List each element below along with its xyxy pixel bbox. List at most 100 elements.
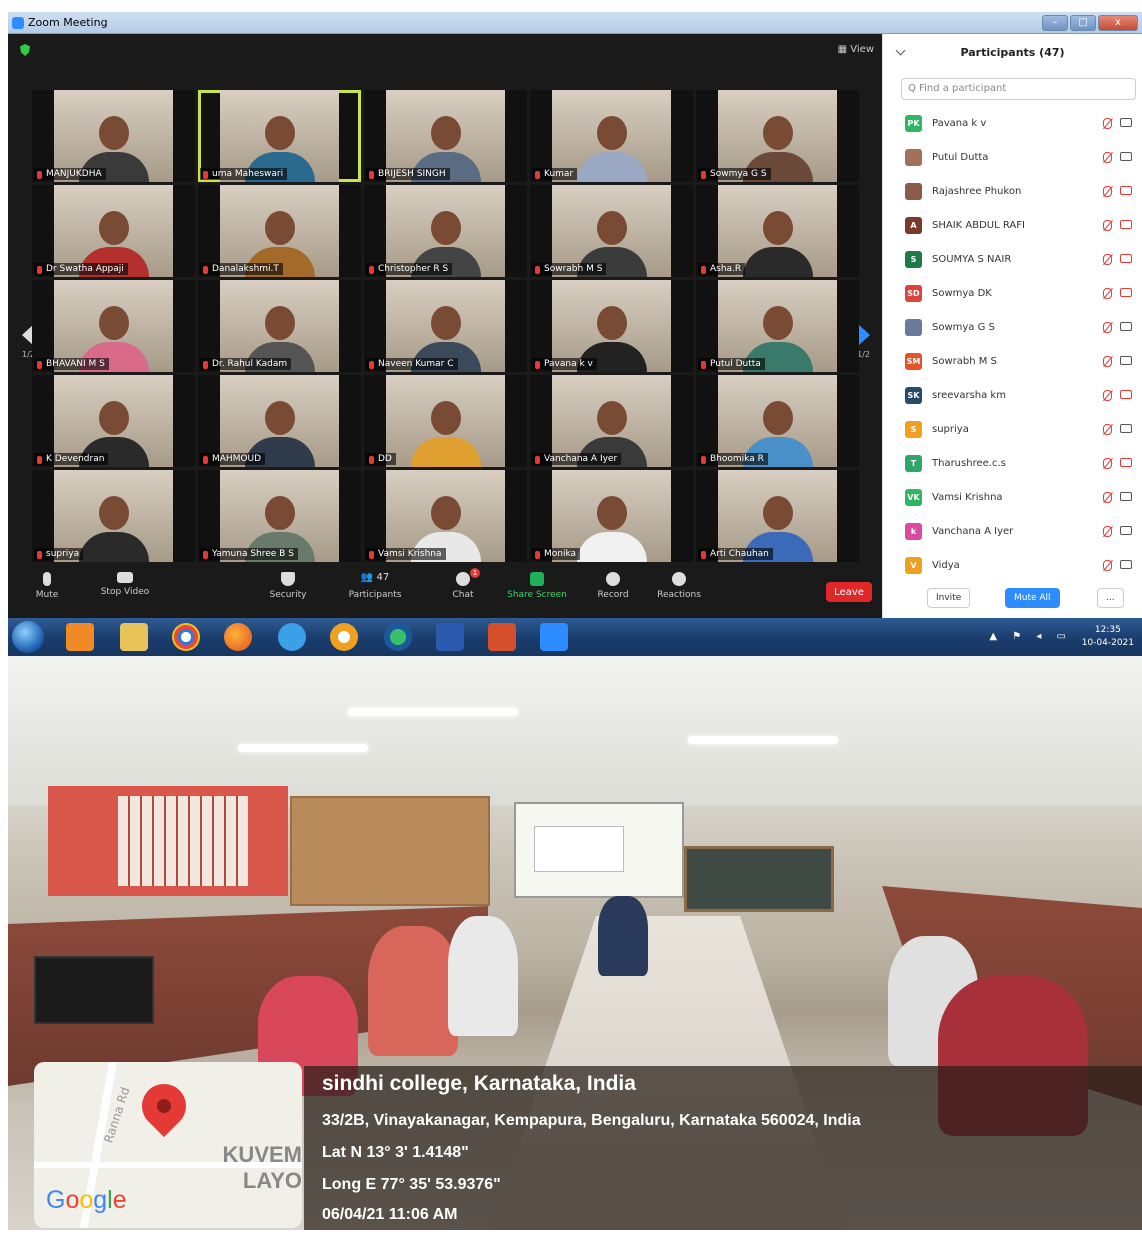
participant-row[interactable]: Ssupriya [883, 412, 1142, 446]
presentation-icon[interactable] [488, 623, 516, 651]
video-tile[interactable]: MAHMOUD [198, 375, 361, 467]
participant-row[interactable]: SK sreevarsha km [883, 378, 1142, 412]
leave-button[interactable]: Leave [826, 582, 872, 602]
participant-name-label: Yamuna Shree B S [200, 548, 298, 560]
video-tile[interactable]: Kumar [530, 90, 693, 182]
participant-face [762, 115, 793, 150]
participant-face [430, 495, 461, 530]
participant-row[interactable]: Putul Dutta [883, 140, 1142, 174]
participant-row[interactable]: SD Sowmya DK [883, 276, 1142, 310]
video-tile[interactable]: Arti Chauhan [696, 470, 859, 562]
share-screen-button[interactable]: Share Screen [502, 572, 572, 600]
participants-button[interactable]: 👥 47 Participants [340, 572, 410, 600]
participant-row[interactable]: S SOUMYA S NAIR [883, 242, 1142, 276]
muted-microphone-icon [1103, 254, 1112, 265]
internet-explorer-icon[interactable] [278, 623, 306, 651]
video-tile[interactable]: Dr Swatha Appaji [32, 185, 195, 277]
stop-video-button[interactable]: Stop Video [90, 572, 160, 597]
record-button[interactable]: Record [578, 572, 648, 600]
participant-status [1103, 526, 1132, 537]
location-latitude: Lat N 13° 3' 1.4148" [322, 1144, 469, 1161]
participant-name-label: uma Maheswari [200, 168, 288, 180]
video-off-icon [1120, 254, 1132, 263]
participant-name-label: K Devendran [34, 453, 109, 465]
participant-row[interactable]: A SHAIK ABDUL RAFI [883, 208, 1142, 242]
location-longitude: Long E 77° 35' 53.9376" [322, 1176, 501, 1193]
geotag-overlay: sindhi college, Karnataka, India 33/2B, … [304, 1066, 1142, 1230]
participant-face [430, 400, 461, 435]
minimize-button[interactable]: – [1042, 14, 1068, 31]
video-tile[interactable]: K Devendran [32, 375, 195, 467]
participant-name-label: Christopher R S [366, 263, 453, 275]
media-player-icon[interactable] [66, 623, 94, 651]
chalkboard [684, 846, 834, 912]
video-tile[interactable]: BRIJESH SINGH [364, 90, 527, 182]
participant-row[interactable]: T Tharushree.c.s [883, 446, 1142, 480]
word-document-icon[interactable] [436, 623, 464, 651]
participant-name: Sowmya DK [932, 287, 992, 299]
video-tile[interactable]: Naveen Kumar C [364, 280, 527, 372]
file-explorer-icon[interactable] [120, 623, 148, 651]
mute-all-button[interactable]: Mute All [1005, 588, 1060, 608]
avatar [905, 182, 922, 200]
participant-row[interactable]: SM Sowrabh M S [883, 344, 1142, 378]
video-tile[interactable]: Pavana k v [530, 280, 693, 372]
video-tile[interactable]: Christopher R S [364, 185, 527, 277]
participant-row[interactable]: VK Vamsi Krishna [883, 480, 1142, 514]
participant-row[interactable]: k Vanchana A Iyer [883, 514, 1142, 548]
video-tile[interactable]: Vamsi Krishna [364, 470, 527, 562]
participant-name: Vanchana A Iyer [932, 525, 1014, 537]
view-button[interactable]: ▦ View [838, 44, 874, 55]
firefox-browser-icon[interactable] [224, 623, 252, 651]
window-titlebar: Zoom Meeting – □ x [8, 12, 1142, 34]
participant-name-label: BHAVANI M S [34, 358, 109, 370]
maximize-button[interactable]: □ [1070, 14, 1096, 31]
collapse-chevron-icon[interactable] [895, 45, 906, 56]
video-tile[interactable]: uma Maheswari [198, 90, 361, 182]
encryption-shield-icon[interactable] [20, 44, 30, 56]
muted-microphone-icon [1103, 356, 1112, 367]
video-tile[interactable]: Putul Dutta [696, 280, 859, 372]
participant-search-input[interactable]: Q Find a participant [901, 78, 1136, 100]
start-button-icon[interactable] [12, 621, 44, 653]
participant-name: SOUMYA S NAIR [932, 253, 1012, 265]
participant-row[interactable]: PK Pavana k v [883, 106, 1142, 140]
participants-title: Participants (47) [960, 45, 1065, 59]
participant-face [596, 210, 627, 245]
participant-row[interactable]: Sowmya G S [883, 310, 1142, 344]
close-button[interactable]: x [1098, 14, 1138, 31]
video-tile[interactable]: BHAVANI M S [32, 280, 195, 372]
chrome-browser-icon[interactable] [172, 623, 200, 651]
reactions-button[interactable]: Reactions [644, 572, 714, 600]
app-icon-circle[interactable] [330, 623, 358, 651]
mute-button[interactable]: Mute [12, 572, 82, 600]
video-camera-icon [1120, 560, 1132, 569]
participants-icon: 👥 47 [360, 572, 390, 583]
participant-name: Vamsi Krishna [932, 491, 1003, 503]
more-options-button[interactable]: ... [1097, 588, 1124, 608]
invite-button[interactable]: Invite [927, 588, 971, 608]
system-tray-icons[interactable]: ▲ ⚑ ◂ ▭ [989, 631, 1072, 642]
participant-body [576, 152, 647, 182]
video-tile[interactable]: Monika [530, 470, 693, 562]
security-button[interactable]: Security [253, 572, 323, 600]
video-tile[interactable]: supriya [32, 470, 195, 562]
video-tile[interactable]: Sowmya G S [696, 90, 859, 182]
zoom-taskbar-icon[interactable] [540, 623, 568, 651]
video-tile[interactable]: MANJUKDHA [32, 90, 195, 182]
participant-status [1103, 118, 1132, 129]
app-icon-globe[interactable] [384, 623, 412, 651]
video-tile[interactable]: Sowrabh M S [530, 185, 693, 277]
video-tile[interactable]: Vanchana A Iyer [530, 375, 693, 467]
video-tile[interactable]: Asha.R [696, 185, 859, 277]
video-tile[interactable]: Danalakshmi.T [198, 185, 361, 277]
video-tile[interactable]: Dr. Rahul Kadam [198, 280, 361, 372]
participant-row[interactable]: V Vidya [883, 548, 1142, 582]
video-tile[interactable]: DD [364, 375, 527, 467]
video-tile[interactable]: Bhoomika R [696, 375, 859, 467]
taskbar-clock[interactable]: 12:35 10-04-2021 [1082, 624, 1134, 650]
participant-row[interactable]: Rajashree Phukon [883, 174, 1142, 208]
video-tile[interactable]: Yamuna Shree B S [198, 470, 361, 562]
chat-button[interactable]: 1 Chat [428, 568, 498, 600]
participant-name: SHAIK ABDUL RAFI [932, 219, 1025, 231]
